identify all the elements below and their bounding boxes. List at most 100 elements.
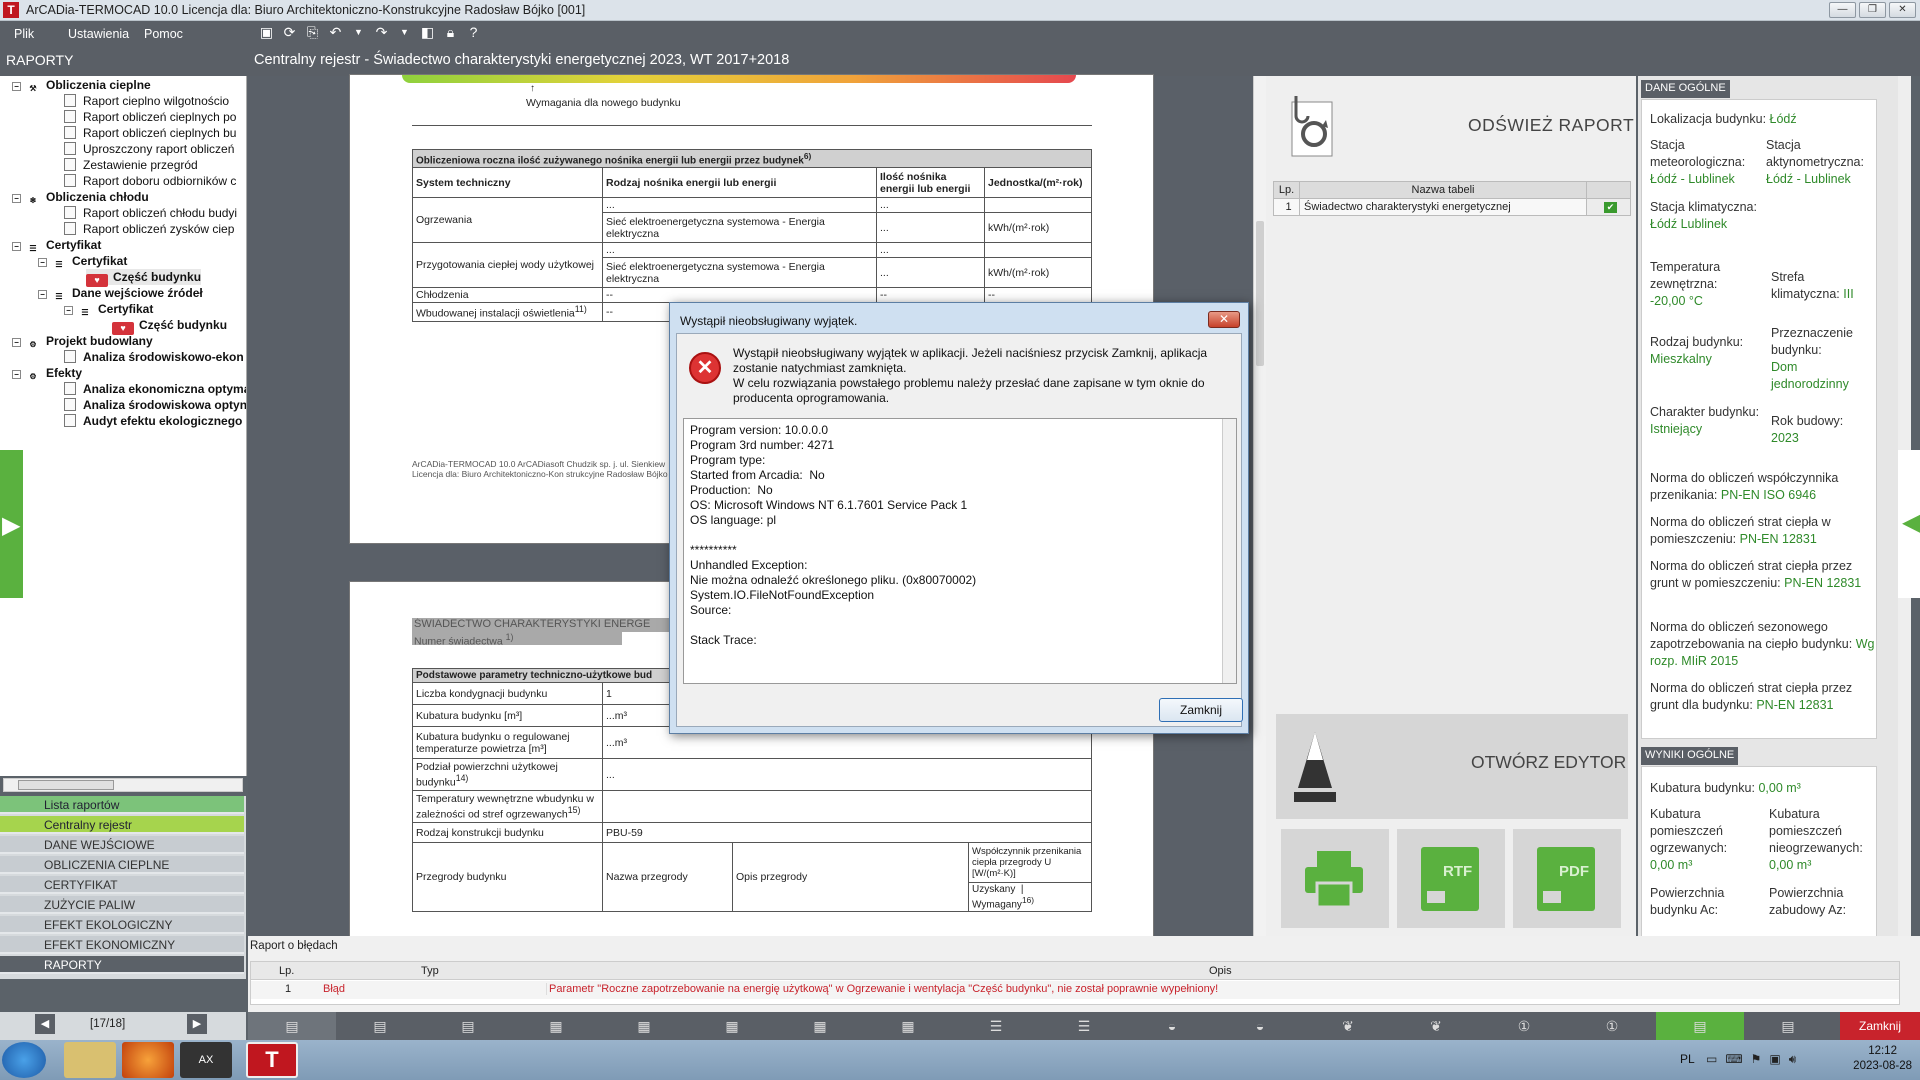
maximize-button[interactable]: ❐	[1859, 2, 1886, 18]
undo-icon[interactable]: ↶	[327, 24, 344, 41]
toolbar-money-icon[interactable]: ①	[1480, 1012, 1568, 1040]
collapse-left-button[interactable]: ▶	[0, 450, 23, 598]
next-page-button[interactable]: ▶	[187, 1014, 207, 1034]
document-icon	[64, 126, 76, 139]
tree-node[interactable]: − ☰ Dane wejściowe źródeł	[38, 285, 203, 301]
termocad-taskbar-icon[interactable]: T	[246, 1042, 298, 1078]
firefox-taskbar-icon[interactable]	[122, 1042, 174, 1078]
tree-node[interactable]: − ⚙ Projekt budowlany	[12, 333, 153, 349]
nav-dane-wejsciowe[interactable]: DANE WEJŚCIOWE	[0, 836, 244, 854]
export-rtf-button[interactable]: RTF	[1397, 829, 1505, 928]
toolbar-table-icon[interactable]: ▦	[688, 1012, 776, 1040]
toolbar-list-icon[interactable]: ☰	[1040, 1012, 1128, 1040]
start-button[interactable]	[2, 1042, 46, 1078]
preview-icon[interactable]: ⎘	[304, 24, 321, 41]
refresh-icon[interactable]: ⟳	[281, 24, 298, 41]
nav-efekt-ekologiczny[interactable]: EFEKT EKOLOGICZNY	[0, 916, 244, 934]
toolbar-raporty-icon[interactable]: ▤	[1744, 1012, 1832, 1040]
exception-details[interactable]: Program version: 10.0.0.0 Program 3rd nu…	[683, 418, 1237, 684]
table-row[interactable]: 1 Błąd Parametr "Roczne zapotrzebowanie …	[251, 981, 1899, 999]
nav-certyfikat[interactable]: CERTYFIKAT	[0, 876, 244, 894]
toolbar-report-icon[interactable]: ▤	[248, 1012, 336, 1040]
toolbar-report-icon[interactable]: ▤	[424, 1012, 512, 1040]
tree-node-selected[interactable]: ♥ Część budynku	[86, 269, 202, 287]
nav-zuzycie-paliw[interactable]: ZUŻYCIE PALIW	[0, 896, 244, 914]
dialog-zamknij-button[interactable]: Zamknij	[1159, 698, 1243, 722]
tree-node[interactable]: Analiza środowiskowa optyn	[64, 397, 246, 413]
toolbar-leaf-icon[interactable]: ❦	[1392, 1012, 1480, 1040]
toolbar-table-icon[interactable]: ▦	[512, 1012, 600, 1040]
tree-node[interactable]: ♥ Część budynku	[112, 317, 227, 335]
open-editor-button[interactable]: OTWÓRZ EDYTOR	[1276, 714, 1628, 819]
tree-node[interactable]: Audyt efektu ekologicznego	[64, 413, 242, 429]
toolbar-table-icon[interactable]: ▦	[600, 1012, 688, 1040]
close-app-button[interactable]: Zamknij	[1840, 1012, 1920, 1040]
redo-icon[interactable]: ↷	[373, 24, 390, 41]
tree-node[interactable]: Raport obliczeń chłodu budyi	[64, 205, 237, 221]
tree-node[interactable]: Raport cieplno wilgotnościo	[64, 93, 229, 109]
table-row[interactable]: 1 Świadectwo charakterystyki energetyczne…	[1273, 198, 1631, 216]
tree-node[interactable]: Analiza środowiskowo-ekon	[64, 349, 244, 365]
nav-centralny-rejestr[interactable]: Centralny rejestr	[0, 816, 244, 834]
toolbar-table-icon[interactable]: ▦	[776, 1012, 864, 1040]
details-scrollbar[interactable]	[1222, 419, 1236, 683]
toolbar-report-icon[interactable]: ▤	[336, 1012, 424, 1040]
tree-node[interactable]: − ⚒ Obliczenia cieplne	[12, 77, 151, 93]
print-button[interactable]	[1281, 829, 1389, 928]
minimize-button[interactable]: —	[1829, 2, 1856, 18]
database-icon[interactable]: ◧	[419, 24, 436, 41]
rtf-file-icon: RTF	[1421, 847, 1479, 911]
tree-node[interactable]: Analiza ekonomiczna optyma	[64, 381, 246, 397]
tree-node[interactable]: − ☰ Certyfikat	[12, 237, 101, 253]
export-pdf-button[interactable]: PDF	[1513, 829, 1621, 928]
toolbar-money-icon[interactable]: ①	[1568, 1012, 1656, 1040]
toolbar-leaf-icon[interactable]: ❦	[1304, 1012, 1392, 1040]
toolbar-fuel-icon[interactable]: ◒	[1128, 1012, 1216, 1040]
tree-node[interactable]: Raport obliczeń cieplnych bu	[64, 125, 236, 141]
tree-node[interactable]: Zestawienie przegród	[64, 157, 198, 173]
toolbar-list-icon[interactable]: ☰	[952, 1012, 1040, 1040]
refresh-report-button[interactable]: ODŚWIEŻ RAPORT	[1468, 115, 1634, 136]
toolbar-fuel-icon[interactable]: ◒	[1216, 1012, 1304, 1040]
nav-efekt-ekonomiczny[interactable]: EFEKT EKONOMICZNY	[0, 936, 244, 954]
lock-icon[interactable]: 🔒︎	[442, 24, 459, 41]
close-window-button[interactable]: ✕	[1889, 2, 1916, 18]
tree-node[interactable]: − ❄ Obliczenia chłodu	[12, 189, 149, 205]
tree-node[interactable]: − ⚙ Efekty	[12, 365, 82, 381]
tree-node[interactable]: Uproszczony raport obliczeń	[64, 141, 234, 157]
collapse-right-button[interactable]: ◀	[1898, 450, 1920, 598]
tree-node[interactable]: − ☰ Certyfikat	[64, 301, 153, 317]
toolbar-raporty-icon[interactable]: ▤	[1656, 1012, 1744, 1040]
document-scrollbar[interactable]	[1253, 76, 1266, 938]
tray-icons[interactable]: ▭⌨⚑▣🔊︎	[1706, 1052, 1804, 1067]
tree-node[interactable]: Raport doboru odbiorników c	[64, 173, 236, 189]
tree-node[interactable]: Raport obliczeń cieplnych po	[64, 109, 236, 125]
document-icon	[64, 350, 76, 363]
nav-lista-raportow[interactable]: Lista raportów	[0, 796, 244, 814]
exception-dialog: Wystąpił nieobsługiwany wyjątek. ✕ ✕ Wys…	[669, 302, 1249, 734]
tree-node[interactable]: Raport obliczeń zysków ciep	[64, 221, 234, 237]
refresh-report-icon[interactable]	[1286, 90, 1338, 162]
prev-page-button[interactable]: ◀	[35, 1014, 55, 1034]
arcadia-taskbar-icon[interactable]: AX	[180, 1042, 232, 1078]
menu-pomoc[interactable]: Pomoc	[144, 27, 188, 41]
menu-plik[interactable]: Plik	[14, 27, 58, 41]
tree-node[interactable]: − ☰ Certyfikat	[38, 253, 127, 269]
save-icon[interactable]: ▣	[258, 24, 275, 41]
table-include-checkbox[interactable]: ✔	[1604, 202, 1617, 213]
menu-ustawienia[interactable]: Ustawienia	[68, 27, 134, 41]
language-indicator[interactable]: PL	[1680, 1052, 1695, 1066]
dialog-close-button[interactable]: ✕	[1208, 311, 1240, 328]
toolbar-table-icon[interactable]: ▦	[864, 1012, 952, 1040]
error-table: Lp. Typ Opis 1 Błąd Parametr "Roczne zap…	[250, 961, 1900, 1005]
redo-dropdown-icon[interactable]: ▼	[396, 24, 413, 41]
nav-obliczenia-cieplne[interactable]: OBLICZENIA CIEPLNE	[0, 856, 244, 874]
clock[interactable]: 12:12 2023-08-28	[1853, 1044, 1912, 1074]
tree-horizontal-scrollbar[interactable]	[3, 778, 243, 792]
norm-field: Norma do obliczeń sezonowego zapotrzebow…	[1650, 620, 1875, 668]
undo-dropdown-icon[interactable]: ▼	[350, 24, 367, 41]
nav-raporty[interactable]: RAPORTY	[0, 956, 244, 974]
explorer-taskbar-icon[interactable]	[64, 1042, 116, 1078]
volume-field: Kubatura budynku: 0,00 m³	[1650, 781, 1801, 795]
help-icon[interactable]: ?	[465, 24, 482, 41]
